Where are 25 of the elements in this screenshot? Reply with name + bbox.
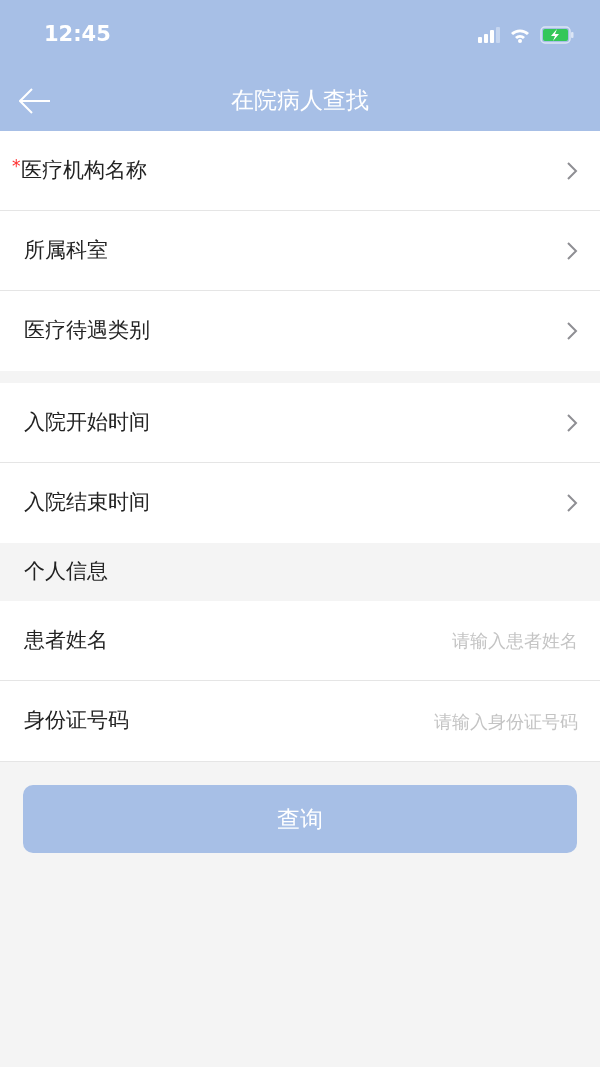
item-label: 入院开始时间: [24, 408, 150, 436]
chevron-right-icon: [566, 160, 578, 181]
item-label: 医疗待遇类别: [24, 317, 150, 345]
field-label: 患者姓名: [24, 626, 108, 654]
list-item[interactable]: 医疗待遇类别: [0, 291, 600, 371]
section-heading: 个人信息: [24, 558, 108, 586]
list-item[interactable]: 入院结束时间: [0, 463, 600, 543]
list-item[interactable]: 所属科室: [0, 211, 600, 291]
status-time: 12:45: [44, 21, 111, 49]
wifi-icon: [510, 27, 530, 43]
list-item[interactable]: *医疗机构名称: [0, 131, 600, 211]
battery-icon: [540, 26, 574, 44]
chevron-right-icon: [566, 493, 578, 513]
field-label: 身份证号码: [24, 707, 129, 735]
back-arrow-icon[interactable]: [19, 87, 51, 114]
list-item[interactable]: 入院开始时间: [0, 383, 600, 463]
signal-icon: [478, 27, 500, 43]
page-title: 在院病人查找: [231, 86, 369, 116]
chevron-right-icon: [566, 412, 578, 433]
required-asterisk: *: [12, 154, 21, 178]
item-label: 所属科室: [24, 236, 108, 264]
item-label: 入院结束时间: [24, 489, 150, 517]
chevron-right-icon: [566, 321, 578, 341]
item-label: 医疗机构名称: [20, 156, 147, 184]
chevron-right-icon: [566, 240, 578, 261]
